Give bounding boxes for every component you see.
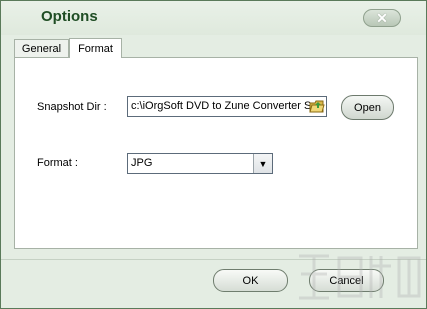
title-bar[interactable]: Options ✕ <box>1 1 426 35</box>
tab-general[interactable]: General <box>14 39 69 57</box>
cancel-button-label: Cancel <box>329 274 364 287</box>
open-button-label: Open <box>354 101 381 114</box>
open-button[interactable]: Open <box>341 95 394 120</box>
snapshot-dir-label: Snapshot Dir : <box>37 101 107 113</box>
format-panel: Snapshot Dir : c:\iOrgSoft DVD to Zune C… <box>14 57 418 249</box>
tab-format-label: Format <box>78 42 113 55</box>
ok-button[interactable]: OK <box>213 269 288 292</box>
tab-format[interactable]: Format <box>69 38 122 58</box>
format-select[interactable]: JPG ▼ <box>127 153 273 174</box>
tab-general-label: General <box>21 42 62 55</box>
window-title: Options <box>41 8 98 25</box>
snapshot-dir-field[interactable]: c:\iOrgSoft DVD to Zune Converter Sn <box>127 96 327 117</box>
format-label: Format : <box>37 157 78 169</box>
chevron-down-icon[interactable]: ▼ <box>253 154 272 173</box>
folder-icon[interactable] <box>309 99 325 114</box>
close-icon: ✕ <box>376 9 388 26</box>
format-select-value: JPG <box>131 157 153 169</box>
ok-button-label: OK <box>242 274 259 287</box>
options-dialog: Options ✕ General Format Snapshot Dir : … <box>0 0 427 309</box>
snapshot-dir-value: c:\iOrgSoft DVD to Zune Converter Sn <box>131 100 318 112</box>
footer-divider <box>1 259 426 260</box>
close-button[interactable]: ✕ <box>363 9 401 27</box>
cancel-button[interactable]: Cancel <box>309 269 384 292</box>
